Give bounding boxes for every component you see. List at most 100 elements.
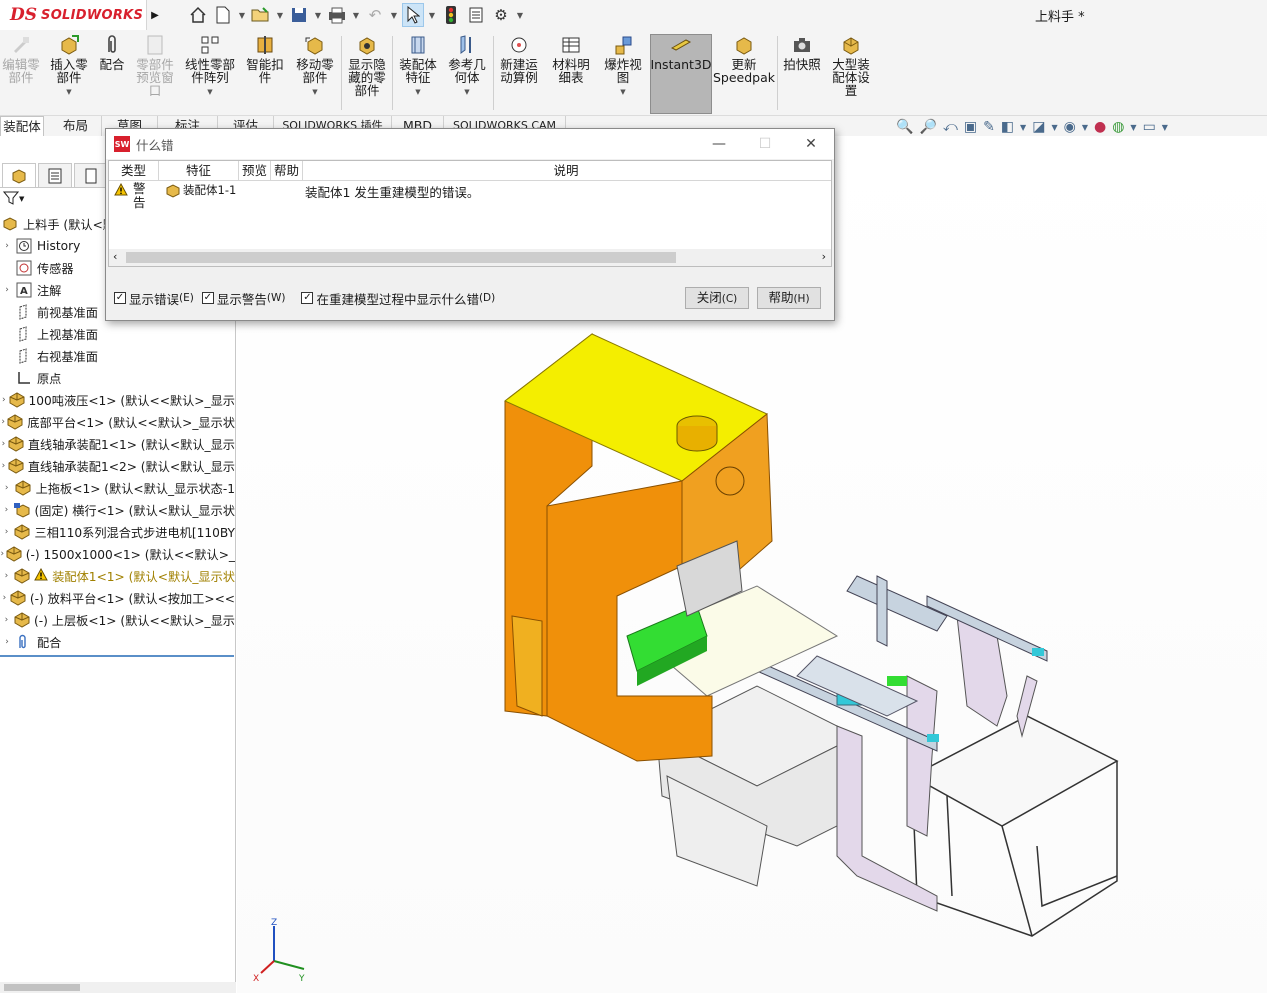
expand-chevron-icon[interactable]: › — [0, 439, 7, 449]
update-speedpak-button[interactable]: 更新 Speedpak — [713, 34, 775, 84]
linear-component-pattern-button[interactable]: 线性零部 件阵列 ▼ — [182, 34, 238, 99]
expand-chevron-icon[interactable]: › — [0, 637, 14, 647]
view-orientation-chevron-icon[interactable]: ▼ — [1020, 123, 1026, 132]
rebuild-traffic-light-icon[interactable] — [440, 3, 462, 27]
move-component-button[interactable]: 移动零 部件 ▼ — [292, 34, 338, 99]
print-icon[interactable] — [326, 3, 348, 27]
tree-item[interactable]: 上视基准面 — [0, 323, 235, 345]
show-during-rebuild-checkbox[interactable]: ✓ 在重建模型过程中显示什么错 (D) — [301, 289, 495, 308]
solidworks-logo[interactable]: DS SOLIDWORKS — [0, 0, 147, 30]
tree-item[interactable]: › (-) 上层板<1> (默认<<默认>_显示 — [0, 609, 235, 631]
tree-item[interactable]: › 直线轴承装配1<2> (默认<默认_显示 — [0, 455, 235, 477]
expand-chevron-icon[interactable]: › — [0, 615, 13, 625]
help-button[interactable]: 帮助(H) — [757, 287, 821, 309]
component-preview-window-button[interactable]: 零部件 预览窗 口 — [132, 34, 178, 97]
assembly-features-button[interactable]: 装配体 特征 ▼ — [395, 34, 441, 99]
panel-horizontal-scrollbar[interactable] — [0, 982, 236, 993]
tree-item[interactable]: › 配合 — [0, 631, 235, 653]
view-settings-chevron-icon[interactable]: ▼ — [1162, 123, 1168, 132]
filter-chevron-icon[interactable]: ▼ — [19, 195, 24, 203]
previous-view-icon[interactable]: ⤺ — [943, 119, 958, 135]
display-style-icon[interactable]: ◪ — [1032, 119, 1045, 135]
zoom-to-area-icon[interactable]: 🔎 — [919, 119, 936, 135]
checkbox-check-icon[interactable]: ✓ — [201, 292, 214, 304]
menu-flyout-arrow-icon[interactable]: ▶ — [147, 0, 163, 30]
column-header-help[interactable]: 帮助 — [271, 161, 303, 181]
tree-item[interactable]: › (固定) 横行<1> (默认<默认_显示状 — [0, 499, 235, 521]
apply-scene-chevron-icon[interactable]: ▼ — [1130, 123, 1136, 132]
checkbox-check-icon[interactable]: ✓ — [301, 292, 314, 304]
save-icon[interactable] — [288, 3, 310, 27]
zoom-to-fit-icon[interactable]: 🔍 — [896, 119, 913, 135]
close-icon[interactable]: ✕ — [788, 129, 834, 159]
tree-item[interactable]: › 100吨液压<1> (默认<<默认>_显示 — [0, 389, 235, 411]
smart-fasteners-button[interactable]: 智能扣 件 — [242, 34, 288, 84]
configurationmanager-tab-icon[interactable] — [74, 163, 108, 187]
expand-chevron-icon[interactable]: › — [0, 395, 8, 405]
options-gear-icon[interactable]: ⚙ — [490, 3, 512, 27]
tree-item[interactable]: 原点 — [0, 367, 235, 389]
expand-chevron-icon[interactable]: › — [0, 505, 13, 515]
column-header-type[interactable]: 类型 — [109, 161, 159, 181]
tree-item[interactable]: 右视基准面 — [0, 345, 235, 367]
column-header-preview[interactable]: 预览 — [239, 161, 271, 181]
show-errors-checkbox[interactable]: ✓ 显示错误 (E) — [114, 289, 194, 308]
maximize-icon[interactable]: ☐ — [742, 129, 788, 159]
assembly-features-chevron-icon[interactable]: ▼ — [415, 86, 420, 99]
edit-component-button[interactable]: 编辑零 部件 — [0, 34, 42, 84]
open-folder-icon[interactable] — [250, 3, 272, 27]
dialog-title-bar[interactable]: SW 什么错 — ☐ ✕ — [106, 129, 834, 159]
expand-chevron-icon[interactable]: › — [0, 571, 13, 581]
error-list-horizontal-scrollbar[interactable]: ‹ › — [109, 249, 831, 266]
tab-assembly[interactable]: 装配体 — [0, 116, 44, 136]
tab-layout[interactable]: 布局 — [50, 116, 102, 136]
new-document-icon[interactable] — [212, 3, 234, 27]
view-settings-monitor-icon[interactable]: ▭ — [1143, 119, 1156, 135]
scrollbar-thumb[interactable] — [4, 984, 80, 991]
select-dropdown-chevron-icon[interactable]: ▼ — [427, 3, 437, 27]
section-view-icon[interactable]: ▣ — [964, 119, 977, 135]
column-header-description[interactable]: 说明 — [303, 161, 829, 181]
minimize-icon[interactable]: — — [696, 129, 742, 159]
expand-chevron-icon[interactable]: › — [0, 527, 13, 537]
tree-item[interactable]: › 三相110系列混合式步进电机[110BY — [0, 521, 235, 543]
dynamic-annotation-icon[interactable]: ✎ — [983, 119, 995, 135]
error-row[interactable]: 警告 装配体1-1 装配体1 发生重建模型的错误。 — [109, 182, 831, 212]
tree-item[interactable]: › (-) 放料平台<1> (默认<按加工><< — [0, 587, 235, 609]
reference-geometry-chevron-icon[interactable]: ▼ — [464, 86, 469, 99]
select-cursor-icon[interactable] — [402, 3, 424, 27]
home-icon[interactable] — [187, 3, 209, 27]
hide-show-items-icon[interactable]: ◉ — [1064, 119, 1076, 135]
instant3d-button[interactable]: Instant3D — [650, 34, 712, 71]
move-component-chevron-icon[interactable]: ▼ — [312, 86, 317, 99]
apply-scene-icon[interactable]: ◍ — [1112, 119, 1124, 135]
expand-chevron-icon[interactable]: › — [0, 483, 13, 493]
show-hidden-components-button[interactable]: 显示隐 藏的零 部件 — [344, 34, 390, 97]
take-snapshot-button[interactable]: 拍快照 — [780, 34, 824, 71]
expand-chevron-icon[interactable]: › — [0, 285, 14, 295]
undo-icon[interactable]: ↶ — [364, 3, 386, 27]
hide-show-chevron-icon[interactable]: ▼ — [1082, 123, 1088, 132]
new-dropdown-chevron-icon[interactable]: ▼ — [237, 3, 247, 27]
reference-geometry-button[interactable]: 参考几 何体 ▼ — [444, 34, 490, 99]
file-properties-icon[interactable] — [465, 3, 487, 27]
insert-components-button[interactable]: 插入零 部件 ▼ — [46, 34, 92, 99]
edit-appearance-icon[interactable]: ● — [1094, 119, 1106, 135]
error-list[interactable]: 类型 特征 预览 帮助 说明 警告 装配体1-1 装配体1 发生重建模型的错误。 — [108, 160, 832, 267]
tree-item[interactable]: › 直线轴承装配1<1> (默认<默认_显示 — [0, 433, 235, 455]
featuremanager-tab-icon[interactable] — [2, 163, 36, 187]
checkbox-check-icon[interactable]: ✓ — [114, 292, 126, 304]
column-header-feature[interactable]: 特征 — [159, 161, 239, 181]
propertymanager-tab-icon[interactable] — [38, 163, 72, 187]
new-motion-study-button[interactable]: 新建运 动算例 — [496, 34, 542, 84]
exploded-view-chevron-icon[interactable]: ▼ — [620, 86, 625, 99]
undo-dropdown-chevron-icon[interactable]: ▼ — [389, 3, 399, 27]
large-assembly-settings-button[interactable]: 大型装 配体设 置 — [828, 34, 874, 97]
tree-item[interactable]: › 装配体1<1> (默认<默认_显示状 — [0, 565, 235, 587]
print-dropdown-chevron-icon[interactable]: ▼ — [351, 3, 361, 27]
display-style-chevron-icon[interactable]: ▼ — [1051, 123, 1057, 132]
expand-chevron-icon[interactable]: › — [0, 461, 7, 471]
options-dropdown-chevron-icon[interactable]: ▼ — [515, 3, 525, 27]
filter-funnel-icon[interactable] — [2, 190, 20, 209]
linear-pattern-chevron-icon[interactable]: ▼ — [207, 86, 212, 99]
